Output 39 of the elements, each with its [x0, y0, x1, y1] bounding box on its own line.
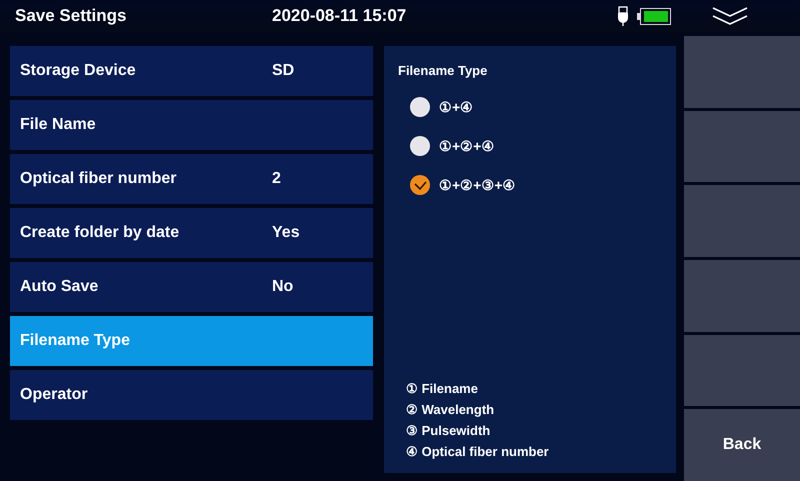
blank-softkey[interactable]	[684, 110, 800, 182]
option-label[interactable]: ①+④	[439, 99, 474, 115]
blank-softkey[interactable]	[684, 260, 800, 332]
blank-softkey[interactable]	[684, 334, 800, 406]
legend-item: ① Filename	[406, 381, 479, 396]
legend-item: ④ Optical fiber number	[406, 444, 550, 459]
collapse-icon[interactable]	[711, 6, 749, 26]
usb-icon	[617, 6, 629, 26]
setting-label: Operator	[20, 386, 89, 404]
setting-label: Create folder by date	[20, 224, 180, 242]
radio-icon[interactable]	[410, 97, 430, 117]
blank-softkey[interactable]	[684, 36, 800, 108]
setting-value: SD	[272, 62, 294, 80]
back-button[interactable]: Back	[684, 409, 800, 481]
setting-label: Storage Device	[20, 62, 137, 80]
setting-value: No	[272, 278, 294, 296]
settings-item[interactable]: Operator	[10, 370, 373, 420]
blank-softkey[interactable]	[684, 185, 800, 258]
legend-item: ② Wavelength	[406, 402, 496, 417]
radio-checked-icon[interactable]	[410, 175, 430, 195]
settings-item[interactable]: Optical fiber number 2	[10, 154, 373, 204]
setting-label: File Name	[20, 116, 97, 134]
radio-icon[interactable]	[410, 136, 430, 156]
option-label[interactable]: ①+②+④	[439, 138, 494, 154]
setting-label: Filename Type	[20, 332, 131, 350]
setting-value: Yes	[272, 224, 300, 242]
settings-item[interactable]: Create folder by date Yes	[10, 208, 373, 258]
settings-item[interactable]: File Name	[10, 100, 373, 150]
setting-value: 2	[272, 170, 281, 188]
settings-item[interactable]: Auto Save No	[10, 262, 373, 312]
screen-title: Save Settings	[15, 6, 128, 26]
setting-label: Optical fiber number	[20, 170, 178, 188]
setting-label: Auto Save	[20, 278, 100, 296]
settings-item[interactable]: Storage Device SD	[10, 46, 373, 96]
option-label[interactable]: ①+②+③+④	[439, 177, 516, 193]
panel-title: Filename Type	[398, 63, 488, 78]
legend-item: ③ Pulsewidth	[406, 423, 492, 438]
battery-icon	[637, 8, 671, 24]
date-time: 2020-08-11 15:07	[272, 6, 408, 26]
